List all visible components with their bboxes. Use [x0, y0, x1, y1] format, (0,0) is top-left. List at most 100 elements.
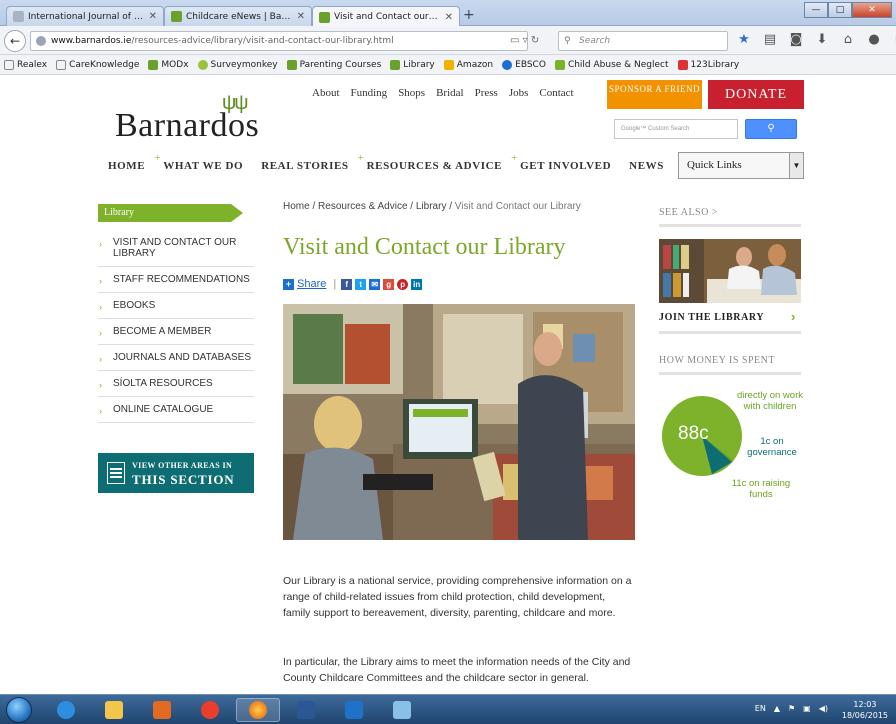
nav-real-stories[interactable]: REAL STORIES [261, 160, 348, 172]
chevron-right-icon[interactable]: › [791, 309, 795, 324]
browser-search-input[interactable]: ⚲ Search [558, 31, 728, 51]
breadcrumb-home[interactable]: Home [283, 201, 310, 212]
new-tab-button[interactable]: + [463, 7, 475, 23]
taskbar-word[interactable] [284, 698, 328, 722]
bookmark-item[interactable]: Surveymonkey [197, 59, 278, 70]
top-link-about[interactable]: About [312, 87, 340, 99]
search-placeholder: Search [579, 36, 611, 46]
join-library-link[interactable]: JOIN THE LIBRARY [659, 312, 764, 323]
donate-button[interactable]: DONATE [708, 80, 804, 109]
chevron-right-icon: › [99, 354, 102, 364]
modx-icon [148, 59, 159, 70]
language-indicator[interactable]: EN [755, 704, 766, 713]
bookmark-item[interactable]: 123Library [677, 59, 739, 70]
taskbar-explorer[interactable] [92, 698, 136, 722]
sidebar-item-siolta[interactable]: › SÍOLTA RESOURCES [98, 371, 254, 397]
sidebar-item-online-catalogue[interactable]: › ONLINE CATALOGUE [98, 397, 254, 423]
top-link-jobs[interactable]: Jobs [509, 87, 529, 99]
chevron-right-icon: › [99, 239, 102, 249]
home-icon[interactable]: ⌂ [840, 32, 856, 48]
bookmark-item[interactable]: Amazon [443, 59, 493, 70]
top-link-shops[interactable]: Shops [398, 87, 425, 99]
bookmarks-list-icon[interactable]: ▤ [762, 32, 778, 48]
twitter-icon[interactable]: t [355, 278, 367, 290]
windows-start-icon[interactable] [6, 697, 32, 723]
page-icon [13, 11, 24, 22]
taskbar-ie[interactable] [44, 698, 88, 722]
clock-date: 18/06/2015 [841, 711, 888, 720]
nav-home[interactable]: HOME [108, 160, 145, 172]
browser-tab[interactable]: International Journal of Leaders... ✕ [6, 6, 164, 26]
nav-resources-advice[interactable]: RESOURCES & ADVICE [358, 152, 503, 172]
how-money-heading: HOW MONEY IS SPENT [659, 355, 775, 366]
tray-expand-icon[interactable]: ▲ [774, 704, 780, 713]
sponsor-a-friend-button[interactable]: SPONSOR A FRIEND [607, 80, 702, 109]
share-plus-icon[interactable]: + [283, 278, 294, 290]
nav-news[interactable]: NEWS [629, 160, 664, 172]
quick-links-select[interactable]: Quick Links ▼ [678, 152, 804, 179]
chevron-right-icon: › [99, 302, 102, 312]
network-icon[interactable]: ▣ [803, 704, 811, 713]
close-icon[interactable]: ✕ [149, 11, 157, 22]
bookmark-item[interactable]: Realex [4, 59, 47, 70]
view-other-areas-button[interactable]: VIEW OTHER AREAS IN THIS SECTION [98, 453, 254, 493]
volume-icon[interactable]: ◀) [819, 704, 828, 713]
see-also-heading[interactable]: SEE ALSO > [659, 207, 718, 218]
minimize-icon[interactable]: — [804, 2, 828, 18]
breadcrumb-resources[interactable]: Resources & Advice [318, 201, 408, 212]
tab-title: Visit and Contact our Libra... [334, 12, 440, 22]
site-search-input[interactable]: Google™ Custom Search [614, 119, 738, 139]
close-window-icon[interactable]: ✕ [852, 2, 892, 18]
tab-title: International Journal of Leaders... [28, 11, 144, 22]
browser-tab-active[interactable]: Visit and Contact our Libra... ✕ [312, 6, 460, 27]
email-icon[interactable]: ✉ [369, 278, 381, 290]
bookmark-item[interactable]: Library [390, 59, 435, 70]
taskbar-folder[interactable] [380, 698, 424, 722]
bookmark-item[interactable]: CareKnowledge [56, 59, 139, 70]
share-link[interactable]: Share [297, 278, 326, 290]
back-arrow-icon[interactable]: ← [4, 30, 26, 52]
address-bar[interactable]: www.barnardos.ie/resources-advice/librar… [30, 31, 528, 51]
menu-icon[interactable]: ≡ [892, 32, 896, 48]
system-clock[interactable]: 12:03 18/06/2015 [842, 699, 888, 721]
pinterest-icon[interactable]: p [397, 278, 409, 290]
taskbar-media[interactable] [140, 698, 184, 722]
top-link-contact[interactable]: Contact [539, 87, 573, 99]
sidebar-item-journals[interactable]: › JOURNALS AND DATABASES [98, 345, 254, 371]
site-logo[interactable]: Barnardos [115, 107, 259, 145]
sidebar-item-ebooks[interactable]: › EBOOKS [98, 293, 254, 319]
sidebar-item-visit-contact[interactable]: › VISIT AND CONTACT OUR LIBRARY [98, 230, 254, 267]
sidebar-item-become-member[interactable]: › BECOME A MEMBER [98, 319, 254, 345]
nav-get-involved[interactable]: GET INVOLVED [511, 152, 611, 172]
pocket-icon[interactable]: ◙ [788, 32, 804, 48]
flag-icon[interactable]: ⚑ [788, 704, 795, 713]
close-icon[interactable]: ✕ [445, 12, 453, 23]
taskbar-app[interactable] [188, 698, 232, 722]
google-plus-icon[interactable]: g [383, 278, 395, 290]
top-link-funding[interactable]: Funding [351, 87, 388, 99]
bookmark-item[interactable]: Parenting Courses [286, 59, 381, 70]
maximize-icon[interactable]: □ [828, 2, 852, 18]
chat-icon[interactable]: ● [866, 32, 882, 48]
join-library-photo[interactable] [659, 239, 801, 303]
taskbar-outlook[interactable] [332, 698, 376, 722]
top-link-press[interactable]: Press [475, 87, 498, 99]
bookmark-item[interactable]: MODx [148, 59, 189, 70]
bookmark-item[interactable]: EBSCO [502, 59, 546, 70]
taskbar-firefox[interactable] [236, 698, 280, 722]
barnardos-favicon [171, 11, 182, 22]
bookmark-star-icon[interactable]: ★ [736, 32, 752, 48]
download-icon[interactable]: ⬇ [814, 32, 830, 48]
breadcrumb-library[interactable]: Library [416, 201, 447, 212]
close-icon[interactable]: ✕ [297, 11, 305, 22]
reload-icon[interactable]: ▭ ▿ ↻ [510, 35, 539, 46]
top-link-bridal[interactable]: Bridal [436, 87, 464, 99]
facebook-icon[interactable]: f [341, 278, 353, 290]
browser-tab[interactable]: Childcare eNews | Barnard... ✕ [164, 6, 312, 26]
nav-what-we-do[interactable]: WHAT WE DO [154, 152, 243, 172]
sidebar-item-staff-recommendations[interactable]: › STAFF RECOMMENDATIONS [98, 267, 254, 293]
site-search-button[interactable]: ⚲ [745, 119, 797, 139]
bookmark-item[interactable]: Child Abuse & Neglect [554, 59, 669, 70]
top-links: About Funding Shops Bridal Press Jobs Co… [312, 87, 574, 99]
linkedin-icon[interactable]: in [411, 278, 423, 290]
